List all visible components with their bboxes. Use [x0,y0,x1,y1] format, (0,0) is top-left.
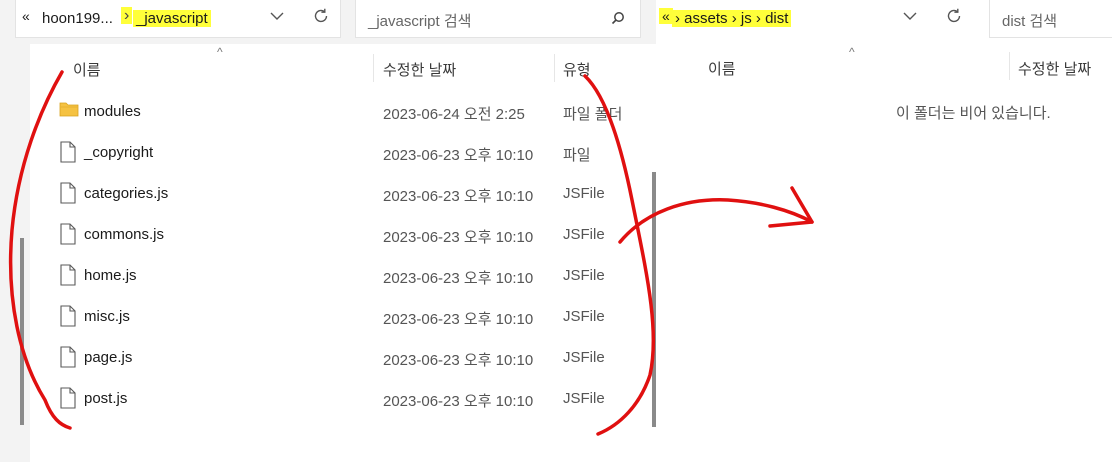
file-modified-date: 2023-06-23 오후 10:10 [383,352,534,369]
column-header-name[interactable]: 이름 [73,59,101,80]
file-type: 파일 폴더 [563,106,623,123]
file-type: JSFile [563,226,605,243]
file-name: home.js [84,267,137,284]
file-row[interactable]: categories.js 2023-06-23 오후 10:10 JSFile [30,172,656,213]
breadcrumb-overflow-icon[interactable]: « [22,8,30,24]
sort-ascending-icon: ^ [849,45,855,59]
file-modified-date: 2023-06-23 오후 10:10 [383,311,534,328]
breadcrumb-current[interactable]: _javascript [133,10,211,27]
file-type: JSFile [563,267,605,284]
column-divider[interactable] [373,54,374,82]
file-modified-date: 2023-06-23 오후 10:10 [383,270,534,287]
scrollbar-thumb[interactable] [20,238,24,425]
file-modified-date: 2023-06-23 오후 10:10 [383,393,534,410]
file-type: JSFile [563,349,605,366]
file-row[interactable]: commons.js 2023-06-23 오후 10:10 JSFile [30,213,656,254]
file-type: JSFile [563,185,605,202]
breadcrumb-item[interactable]: js [741,10,752,27]
column-header-modified[interactable]: 수정한 날짜 [383,59,456,80]
file-modified-date: 2023-06-23 오후 10:10 [383,229,534,246]
search-placeholder: _javascript 검색 [368,13,472,30]
file-icon [59,305,77,332]
breadcrumb-path[interactable]: › assets › js › dist [672,10,792,27]
breadcrumb-overflow-icon[interactable]: « [659,8,673,24]
file-modified-date: 2023-06-24 오전 2:25 [383,106,525,123]
file-type: JSFile [563,390,605,407]
address-bar[interactable]: « hoon199... › _javascript [15,0,341,38]
folder-icon [59,100,79,123]
column-header-name[interactable]: 이름 [708,58,736,79]
file-name: _copyright [84,144,154,161]
file-icon [59,264,77,291]
file-name: misc.js [84,308,130,325]
search-placeholder: dist 검색 [1002,13,1058,30]
file-icon [59,141,77,168]
file-name: commons.js [84,226,165,243]
sort-ascending-icon: ^ [217,45,223,59]
left-explorer-window: « hoon199... › _javascript _javascript 검… [0,0,656,462]
column-divider[interactable] [1009,52,1010,80]
breadcrumb-item[interactable]: assets [684,10,727,27]
file-name: post.js [84,390,128,407]
column-divider[interactable] [554,54,555,82]
breadcrumb-separator-icon: › [751,10,766,27]
file-icon [59,182,77,209]
empty-folder-message: 이 폴더는 비어 있습니다. [896,105,1051,122]
column-header-type[interactable]: 유형 [563,59,591,80]
file-row[interactable]: modules 2023-06-24 오전 2:25 파일 폴더 [30,90,656,131]
file-row[interactable]: post.js 2023-06-23 오후 10:10 JSFile [30,377,656,418]
search-box[interactable]: _javascript 검색 [355,0,641,38]
search-box[interactable]: dist 검색 [989,0,1112,38]
search-icon[interactable] [610,10,626,31]
breadcrumb-separator-icon: › [121,7,133,25]
file-name: page.js [84,349,133,366]
file-icon [59,387,77,414]
right-explorer-window: « › assets › js › dist dist 검색 ^ 이름 수정한 … [656,0,1112,462]
breadcrumb-parent[interactable]: hoon199... [42,10,113,27]
breadcrumb-separator-icon: › [727,10,741,27]
address-bar[interactable]: « › assets › js › dist [656,0,974,38]
file-row[interactable]: home.js 2023-06-23 오후 10:10 JSFile [30,254,656,295]
column-header-modified[interactable]: 수정한 날짜 [1018,58,1091,79]
file-row[interactable]: _copyright 2023-06-23 오후 10:10 파일 [30,131,656,172]
file-type: JSFile [563,308,605,325]
file-row[interactable]: misc.js 2023-06-23 오후 10:10 JSFile [30,295,656,336]
address-dropdown-icon[interactable] [902,8,918,29]
refresh-icon[interactable] [312,7,330,30]
breadcrumb-item[interactable]: dist [765,10,788,27]
file-modified-date: 2023-06-23 오후 10:10 [383,188,534,205]
address-dropdown-icon[interactable] [269,8,285,29]
file-row[interactable]: page.js 2023-06-23 오후 10:10 JSFile [30,336,656,377]
file-name: categories.js [84,185,169,202]
file-type: 파일 [563,147,591,164]
file-icon [59,346,77,373]
breadcrumb-separator-icon: › [675,10,685,27]
file-name: modules [84,103,141,120]
refresh-icon[interactable] [945,7,963,30]
file-list-pane: ^ 이름 수정한 날짜 유형 modules 2023-06-24 오전 2:25… [30,44,656,462]
file-modified-date: 2023-06-23 오후 10:10 [383,147,534,164]
file-icon [59,223,77,250]
